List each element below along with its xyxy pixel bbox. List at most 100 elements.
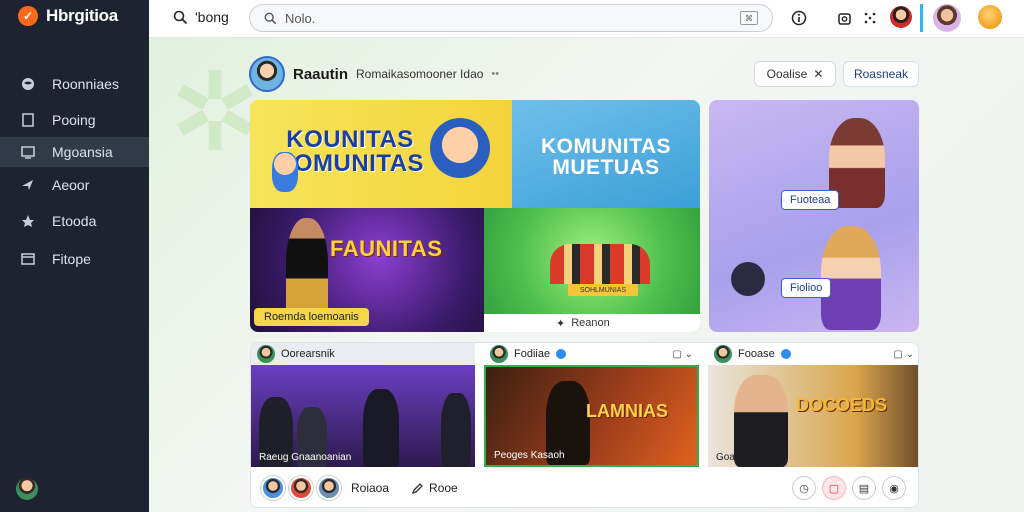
search-label-text: 'bong <box>195 9 229 25</box>
community-title: Raautin <box>293 65 349 83</box>
channel-avatar[interactable] <box>490 345 508 363</box>
hero-tile-kounitas[interactable]: KOUNITAS HOMUNITAS <box>250 100 512 208</box>
video-actions-icon[interactable]: ▢ ⌄ <box>893 349 914 360</box>
video-feed-card: Oorearsnik Raeug Gnaanoanian Fodiiae ▢ ⌄… <box>250 342 919 508</box>
channel-name: Oorearsnik <box>281 348 335 360</box>
member-name: Roiaoa <box>351 481 390 495</box>
search-trigger[interactable]: 'bong <box>173 9 229 25</box>
sidebar-item-etooda[interactable]: Etooda <box>0 206 149 236</box>
sidebar-item-pooing[interactable]: Pooing <box>0 105 149 135</box>
channel-name: Fodiiae <box>514 348 551 360</box>
hero-tile-komunitas[interactable]: KOMUNITAS MUETUAS <box>512 100 700 208</box>
hero-tile-banner: SOHLMUNIAS <box>568 284 638 296</box>
video-thumbnail[interactable]: LAMNIAS Peoges Kasaoh <box>484 365 699 467</box>
video-caption: Raeug Gnaanoanian <box>259 452 352 463</box>
divider <box>920 4 923 32</box>
share-link-label: Rooe <box>429 481 458 495</box>
community-avatar[interactable] <box>249 56 285 92</box>
channel-avatar[interactable] <box>257 345 275 363</box>
video-card[interactable]: Fodiiae ▢ ⌄ LAMNIAS Peoges Kasaoh <box>484 343 699 467</box>
info-icon[interactable] <box>789 8 809 28</box>
sidebar-item-label: Mgoansia <box>52 144 113 160</box>
sidebar-item-fitope[interactable]: Fitope <box>0 244 149 274</box>
share-button[interactable]: ◉ <box>882 476 906 500</box>
channel-name: Fooase <box>738 348 775 360</box>
hero-tile-title: KOUNITAS HOMUNITAS <box>276 126 425 177</box>
sidebar-item-aeoor[interactable]: Aeoor <box>0 170 149 200</box>
hero-tile-label: Roemda loemoanis <box>254 308 369 326</box>
search-bar[interactable]: ⌘ <box>249 4 773 32</box>
profile-avatar[interactable] <box>890 6 912 28</box>
video-card[interactable]: Oorearsnik Raeug Gnaanoanian <box>251 343 475 467</box>
share-link[interactable]: Rooe <box>411 481 458 495</box>
cartoon-kid-icon <box>272 152 298 192</box>
more-dots-icon[interactable]: •• <box>491 68 499 80</box>
person-figure-icon <box>363 389 399 467</box>
video-title: DOCOEDS <box>796 395 888 415</box>
clock-button[interactable]: ◷ <box>792 476 816 500</box>
keyboard-shortcut-icon: ⌘ <box>740 11 758 25</box>
video-header: Fooase ▢ ⌄ <box>708 343 918 365</box>
filter-button[interactable]: Ooalise ✕ <box>754 61 836 87</box>
brand-name: Hbrgitioa <box>46 6 118 25</box>
calendar-icon <box>20 251 36 267</box>
video-card[interactable]: Fooase ▢ ⌄ DOCOEDS Goaad Maaicaa <box>708 343 918 467</box>
video-thumbnail[interactable]: DOCOEDS Goaad Maaicaa <box>708 365 918 467</box>
video-actions-icon[interactable]: ▢ ⌄ <box>672 349 693 360</box>
woman-figure-icon <box>821 226 881 330</box>
group-figures-icon <box>550 244 650 284</box>
channel-avatar[interactable] <box>714 345 732 363</box>
member-avatar[interactable] <box>261 476 285 500</box>
action-button[interactable]: Roasneak <box>843 61 919 87</box>
game-controller-icon <box>731 262 765 296</box>
video-caption: Goaad Maaicaa <box>716 452 787 463</box>
brand-logo-icon: ✓ <box>18 6 38 26</box>
user-avatar[interactable] <box>933 4 961 32</box>
video-thumbnail[interactable]: Raeug Gnaanoanian <box>251 365 475 467</box>
hero-tile-concert[interactable]: FAUNITAS Roemda loemoanis <box>250 208 484 332</box>
hero-collage[interactable]: KOUNITAS HOMUNITAS KOMUNITAS MUETUAS FAU… <box>250 100 700 332</box>
member-avatar[interactable] <box>317 476 341 500</box>
brand[interactable]: ✓ Hbrgitioa <box>18 6 118 26</box>
character-tag[interactable]: Fiolioo <box>781 278 832 298</box>
action-button-label: Roasneak <box>853 67 909 81</box>
main-content: ✲ Raautin Romaikasomooner Idao •• Ooalis… <box>149 38 1024 512</box>
hero-tile-community[interactable]: SOHLMUNIAS ✦ Reanon <box>484 208 700 332</box>
person-figure-icon <box>441 393 471 467</box>
delete-button[interactable]: ▢ <box>822 476 846 500</box>
user-avatar[interactable] <box>16 478 38 500</box>
sidebar-item-roonniaes[interactable]: Roonniaes <box>0 69 149 99</box>
search-icon <box>264 12 277 24</box>
member-avatar[interactable] <box>289 476 313 500</box>
filter-button-label: Ooalise <box>766 67 808 81</box>
sidebar-item-label: Aeoor <box>52 177 90 193</box>
sidebar-item-label: Etooda <box>52 213 97 229</box>
sidebar-item-label: Roonniaes <box>52 76 119 92</box>
compass-icon <box>20 177 36 193</box>
pin-icon: ✦ <box>556 317 566 330</box>
grid-icon[interactable] <box>860 8 880 28</box>
feed-footer: Roiaoa Rooe <box>251 467 918 507</box>
monitor-icon <box>20 144 36 160</box>
search-icon <box>173 10 188 24</box>
search-input[interactable] <box>285 10 665 26</box>
pen-icon <box>412 482 423 494</box>
document-icon <box>20 112 36 128</box>
character-tag[interactable]: Fuoteaa <box>781 190 840 210</box>
singer-figure-icon <box>286 218 328 318</box>
video-title: LAMNIAS <box>586 401 668 421</box>
hero-tile-footer-text: Reanon <box>571 317 610 329</box>
sidebar-item-mgoansia[interactable]: Mgoansia <box>0 137 149 167</box>
hero-tile-characters[interactable]: Fuoteaa Fiolioo <box>709 100 919 332</box>
verified-badge-icon <box>780 349 791 359</box>
star-icon <box>20 213 36 229</box>
verified-badge-icon <box>556 349 567 359</box>
camera-icon[interactable] <box>834 8 854 28</box>
sidebar-item-label: Pooing <box>52 112 96 128</box>
notifications-badge-icon[interactable] <box>978 5 1002 29</box>
community-subtitle: Romaikasomooner Idao <box>356 67 484 81</box>
video-caption: Peoges Kasaoh <box>494 450 565 461</box>
sidebar-item-label: Fitope <box>52 251 91 267</box>
cartoon-boy-icon <box>430 118 490 178</box>
save-button[interactable]: ▤ <box>852 476 876 500</box>
